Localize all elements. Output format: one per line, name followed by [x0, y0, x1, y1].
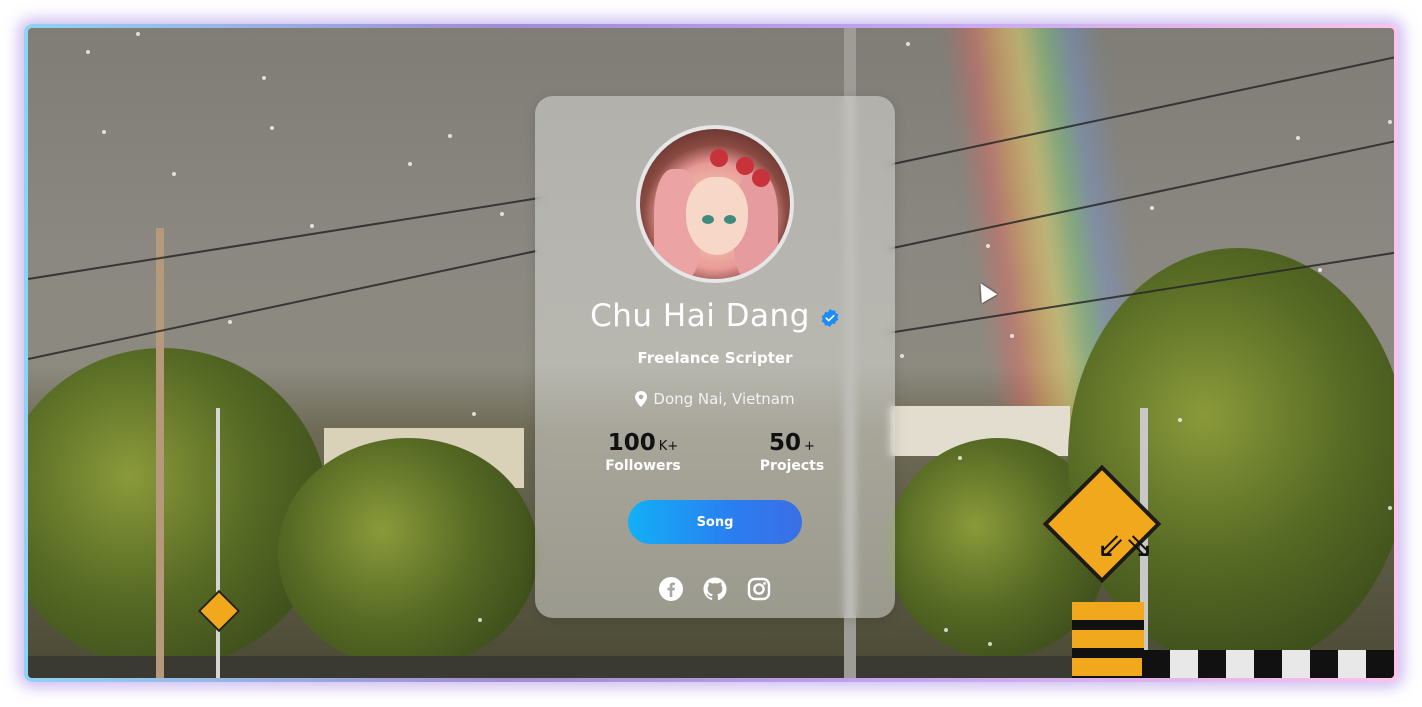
verified-badge-icon	[821, 308, 839, 328]
particle	[1178, 418, 1182, 422]
power-line	[28, 196, 542, 280]
location-text: Dong Nai, Vietnam	[653, 390, 795, 408]
profile-location: Dong Nai, Vietnam	[535, 390, 895, 408]
arrows-icon: ⇙⇘	[1096, 526, 1154, 566]
profile-name: Chu Hai Dang	[590, 298, 810, 334]
street-lamp	[216, 408, 220, 678]
particle	[986, 244, 990, 248]
stat-followers: 100 K+ Followers	[583, 430, 703, 474]
particle	[1388, 120, 1392, 124]
avatar-flower	[752, 169, 770, 187]
stat-suffix: +	[804, 439, 815, 454]
particle	[172, 172, 176, 176]
social-links	[535, 576, 895, 602]
particle	[228, 320, 232, 324]
avatar-eye	[702, 215, 714, 224]
stat-value: 100	[607, 430, 656, 456]
particle	[472, 412, 476, 416]
particle	[102, 130, 106, 134]
stat-label: Projects	[759, 458, 825, 474]
particle	[310, 224, 314, 228]
particle	[478, 618, 482, 622]
particle	[448, 134, 452, 138]
particle	[136, 32, 140, 36]
avatar-face	[686, 177, 748, 255]
tree	[28, 348, 328, 668]
stat-value: 50	[769, 430, 802, 456]
page-frame: ⇙⇘ Chu Hai Dang Freelance Scripter Dong …	[24, 24, 1398, 682]
avatar-flower	[736, 157, 754, 175]
profile-role: Freelance Scripter	[637, 349, 793, 367]
particle	[262, 76, 266, 80]
particle	[906, 42, 910, 46]
avatar-eye	[724, 215, 736, 224]
particle	[500, 212, 504, 216]
barrier	[1142, 650, 1394, 678]
github-icon[interactable]	[702, 576, 728, 602]
tree	[278, 438, 538, 668]
particle	[1296, 136, 1300, 140]
name-row: Chu Hai Dang	[535, 298, 895, 334]
particle	[408, 162, 412, 166]
chevron-board	[1072, 602, 1144, 678]
avatar	[636, 125, 794, 283]
background-scene: ⇙⇘ Chu Hai Dang Freelance Scripter Dong …	[28, 28, 1394, 678]
particle	[988, 642, 992, 646]
stat-suffix: K+	[658, 439, 679, 454]
song-button[interactable]: Song	[628, 500, 802, 544]
particle	[958, 456, 962, 460]
stat-label: Followers	[605, 458, 681, 474]
facebook-icon[interactable]	[658, 576, 684, 602]
utility-pole	[156, 228, 164, 678]
particle	[1010, 334, 1014, 338]
particle	[944, 628, 948, 632]
particle	[86, 50, 90, 54]
particle	[270, 126, 274, 130]
map-pin-icon	[635, 391, 648, 407]
instagram-icon[interactable]	[746, 576, 772, 602]
particle	[1318, 268, 1322, 272]
avatar-flower	[710, 149, 728, 167]
particle	[900, 354, 904, 358]
particle	[1388, 506, 1392, 510]
profile-card: Chu Hai Dang Freelance Scripter Dong Nai…	[535, 96, 895, 618]
particle	[1150, 206, 1154, 210]
stat-projects: 50 + Projects	[732, 430, 852, 474]
